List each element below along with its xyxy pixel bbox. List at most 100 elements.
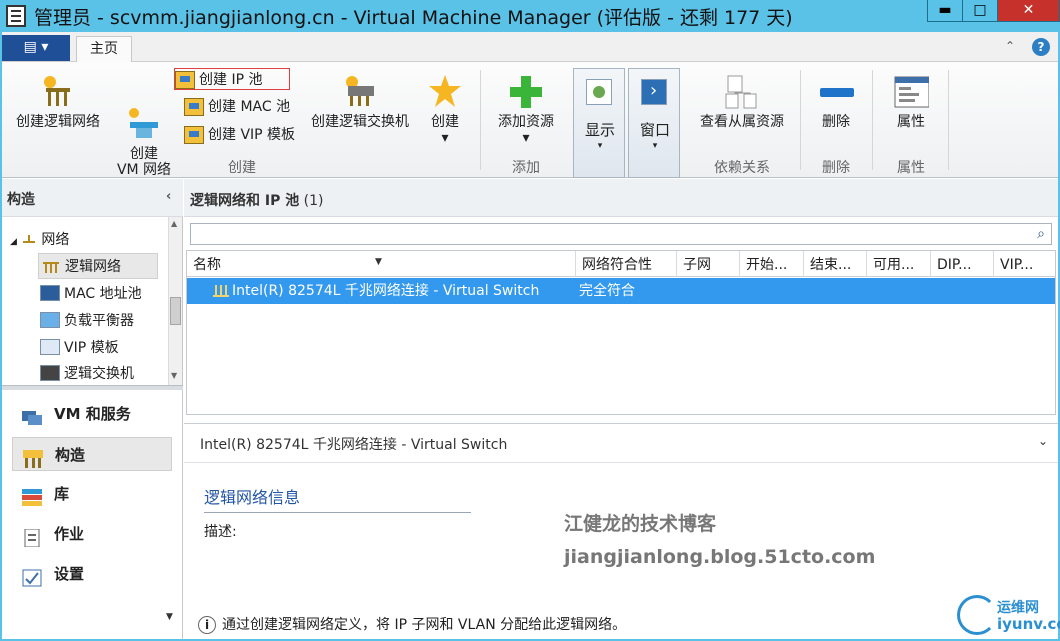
settings-icon (22, 565, 42, 587)
vms-services-icon (22, 405, 42, 425)
ip-pool-icon (175, 71, 195, 89)
dependency-icon (724, 74, 760, 110)
create-label: 创建 (431, 114, 459, 130)
load-balancer-icon (40, 312, 60, 328)
search-box[interactable]: ⌕ (190, 223, 1052, 245)
view-dependent-label: 查看从属资源 (700, 114, 784, 130)
title-bar: 管理员 - scvmm.jiangjianlong.cn - Virtual M… (0, 0, 1060, 32)
create-ip-pool-button[interactable]: 创建 IP 池 (174, 68, 290, 90)
workspace-scroll-icon[interactable]: ▼ (166, 612, 173, 622)
group-label-dependencies: 依赖关系 (714, 160, 770, 176)
app-menu-button[interactable]: ▤ ▾ (2, 35, 70, 61)
nav-pane-header: 构造 ‹ (2, 179, 183, 217)
tree-scrollbar[interactable]: ▲ ▼ (168, 217, 182, 385)
tree-item-mac-pools[interactable]: MAC 地址池 (40, 281, 142, 307)
search-input[interactable] (191, 224, 1011, 244)
tree-item-networking[interactable]: ◢ 网络 (10, 227, 69, 253)
logical-switch-icon (342, 74, 378, 110)
results-pane: 逻辑网络和 IP 池 (1) ⌕ 名称 ▼ 网络符合性 子网 开始... 结束..… (184, 179, 1058, 639)
window-button[interactable]: 窗口 ▾ (628, 68, 680, 178)
view-dependent-resources-button[interactable]: 查看从属资源 (690, 74, 794, 130)
scroll-up-icon[interactable]: ▲ (171, 219, 177, 228)
star-icon (427, 74, 463, 110)
tree-expand-icon[interactable]: ◢ (10, 237, 17, 247)
workspace-library[interactable]: 库 (12, 477, 172, 511)
delete-label: 删除 (822, 114, 850, 130)
add-resources-button[interactable]: 添加资源 ▾ (490, 74, 562, 146)
column-subnet[interactable]: 子网 (677, 251, 740, 277)
properties-icon (893, 74, 930, 110)
app-icon (6, 5, 26, 27)
results-title: 逻辑网络和 IP 池 (190, 193, 300, 209)
maximize-button[interactable]: □ (962, 0, 998, 22)
grid-header: 名称 ▼ 网络符合性 子网 开始... 结束... 可用... DIP... VI… (187, 251, 1055, 277)
nav-pane-title: 构造 (7, 192, 35, 208)
create-logical-network-button[interactable]: 创建逻辑网络 (12, 74, 104, 130)
window-label: 窗口 (639, 121, 670, 139)
pane-splitter[interactable] (2, 385, 183, 390)
logical-network-icon (213, 283, 229, 297)
search-icon[interactable]: ⌕ (1037, 226, 1045, 242)
group-label-delete: 删除 (822, 160, 850, 176)
workspace-settings[interactable]: 设置 (12, 557, 172, 591)
mac-pool-icon (184, 98, 204, 116)
show-icon (586, 79, 612, 105)
create-mac-pool-button[interactable]: 创建 MAC 池 (184, 96, 290, 118)
window-icon (641, 79, 667, 105)
column-end[interactable]: 结束... (804, 251, 867, 277)
info-icon: i (198, 616, 216, 634)
watermark-line2: jiangjianlong.blog.51cto.com (564, 546, 876, 568)
tree-item-vip-templates[interactable]: VIP 模板 (40, 335, 119, 361)
vip-template-icon (184, 126, 204, 144)
workspace-jobs[interactable]: 作业 (12, 517, 172, 551)
delete-button[interactable]: 删除 (806, 74, 866, 130)
column-dip[interactable]: DIP... (931, 251, 994, 277)
minimize-button[interactable]: ▬ (927, 0, 963, 22)
nav-collapse-icon[interactable]: ‹ (166, 189, 171, 204)
logical-network-icon (41, 257, 61, 273)
sort-down-icon: ▼ (375, 257, 382, 267)
logo-text-1: 运维网 (997, 600, 1039, 616)
vip-template-icon (40, 339, 60, 355)
properties-button[interactable]: 属性 (880, 74, 942, 130)
jobs-icon (22, 525, 42, 548)
tree-item-logical-networks[interactable]: 逻辑网络 (38, 253, 158, 279)
results-grid: 名称 ▼ 网络符合性 子网 开始... 结束... 可用... DIP... VI… (186, 250, 1056, 415)
info-bar: i 通过创建逻辑网络定义，将 IP 子网和 VLAN 分配给此逻辑网络。 (198, 614, 626, 634)
window-title: 管理员 - scvmm.jiangjianlong.cn - Virtual M… (34, 7, 793, 29)
results-count: (1) (299, 193, 324, 209)
ribbon-collapse-icon[interactable]: ⌃ (1005, 39, 1015, 53)
logical-network-icon (40, 74, 76, 110)
row-compliance: 完全符合 (579, 283, 635, 299)
tab-home[interactable]: 主页 (76, 36, 132, 63)
details-header[interactable]: Intel(R) 82574L 千兆网络连接 - Virtual Switch … (184, 423, 1058, 463)
scroll-down-icon[interactable]: ▼ (171, 371, 177, 380)
create-vip-template-button[interactable]: 创建 VIP 模板 (184, 124, 295, 146)
properties-label: 属性 (897, 114, 925, 130)
create-logical-switch-button[interactable]: 创建逻辑交换机 (302, 74, 418, 130)
column-name[interactable]: 名称 ▼ (187, 251, 576, 277)
column-start[interactable]: 开始... (740, 251, 804, 277)
table-row[interactable]: Intel(R) 82574L 千兆网络连接 - Virtual Switch … (187, 278, 1055, 304)
watermark-line1: 江健龙的技术博客 (564, 513, 717, 535)
details-pane: 逻辑网络信息 描述: 江健龙的技术博客 jiangjianlong.blog.5… (184, 464, 1058, 639)
show-button[interactable]: 显示 ▾ (573, 68, 625, 178)
mac-pool-icon (40, 285, 60, 301)
group-label-create: 创建 (228, 160, 256, 176)
tree-item-logical-switches[interactable]: 逻辑交换机 (40, 361, 134, 382)
chevron-down-icon[interactable]: ⌄ (1038, 434, 1048, 448)
close-button[interactable]: ✕ (997, 0, 1060, 22)
column-available[interactable]: 可用... (867, 251, 931, 277)
tree-item-load-balancers[interactable]: 负载平衡器 (40, 308, 134, 334)
workspace-vms-services[interactable]: VM 和服务 (12, 397, 172, 431)
network-icon (21, 230, 37, 246)
workspace-fabric[interactable]: 构造 (12, 437, 172, 471)
scrollbar-thumb[interactable] (170, 297, 181, 325)
help-icon[interactable]: ? (1032, 38, 1050, 56)
plus-icon (508, 74, 544, 110)
create-dropdown-button[interactable]: 创建 ▾ (420, 74, 470, 146)
column-compliance[interactable]: 网络符合性 (576, 251, 677, 277)
ribbon-tab-row: ▤ ▾ 主页 ⌃ ? (2, 32, 1058, 63)
column-vip[interactable]: VIP... (994, 251, 1055, 277)
add-resources-label: 添加资源 (498, 114, 554, 130)
